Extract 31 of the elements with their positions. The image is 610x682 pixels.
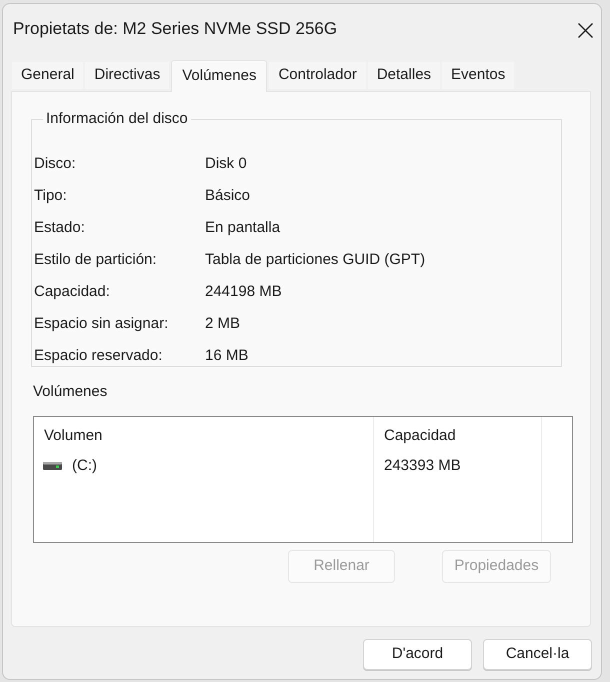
field-label: Estilo de partición: (34, 251, 158, 269)
tab[interactable]: Detalles (368, 62, 440, 89)
field-value: 2 MB (205, 315, 240, 333)
window-title: Propietats de: M2 Series NVMe SSD 256G (13, 18, 338, 40)
column-header[interactable]: Volumen (44, 427, 102, 445)
field-value: Disk 0 (205, 155, 247, 173)
tab[interactable]: Eventos (442, 62, 514, 89)
field-value: 244198 MB (205, 283, 282, 301)
table-cell: 243393 MB (384, 457, 461, 475)
tab[interactable]: Directivas (85, 62, 170, 89)
column-header[interactable]: Capacidad (384, 427, 456, 445)
close-icon[interactable] (578, 23, 593, 38)
drive-icon (43, 462, 62, 470)
tab[interactable]: Volúmenes (171, 60, 268, 92)
ok-button[interactable]: D'acord (363, 639, 472, 670)
field-label: Espacio reservado: (34, 347, 164, 365)
cancel-button[interactable]: Cancel·la (483, 639, 592, 670)
field-label: Capacidad: (34, 283, 111, 301)
section-label: Volúmenes (33, 383, 108, 401)
field-value: 16 MB (205, 347, 248, 365)
tab[interactable]: General (12, 62, 84, 89)
group-title: Información del disco (45, 110, 189, 128)
tab[interactable]: Controlador (269, 62, 366, 89)
field-label: Estado: (34, 219, 86, 237)
field-label: Espacio sin asignar: (34, 315, 170, 333)
field-label: Disco: (34, 155, 77, 173)
field-value: Básico (205, 187, 250, 205)
field-label: Tipo: (34, 187, 68, 205)
field-value: Tabla de particiones GUID (GPT) (205, 251, 426, 269)
table-cell: (C:) (72, 457, 97, 475)
field-value: En pantalla (205, 219, 280, 237)
